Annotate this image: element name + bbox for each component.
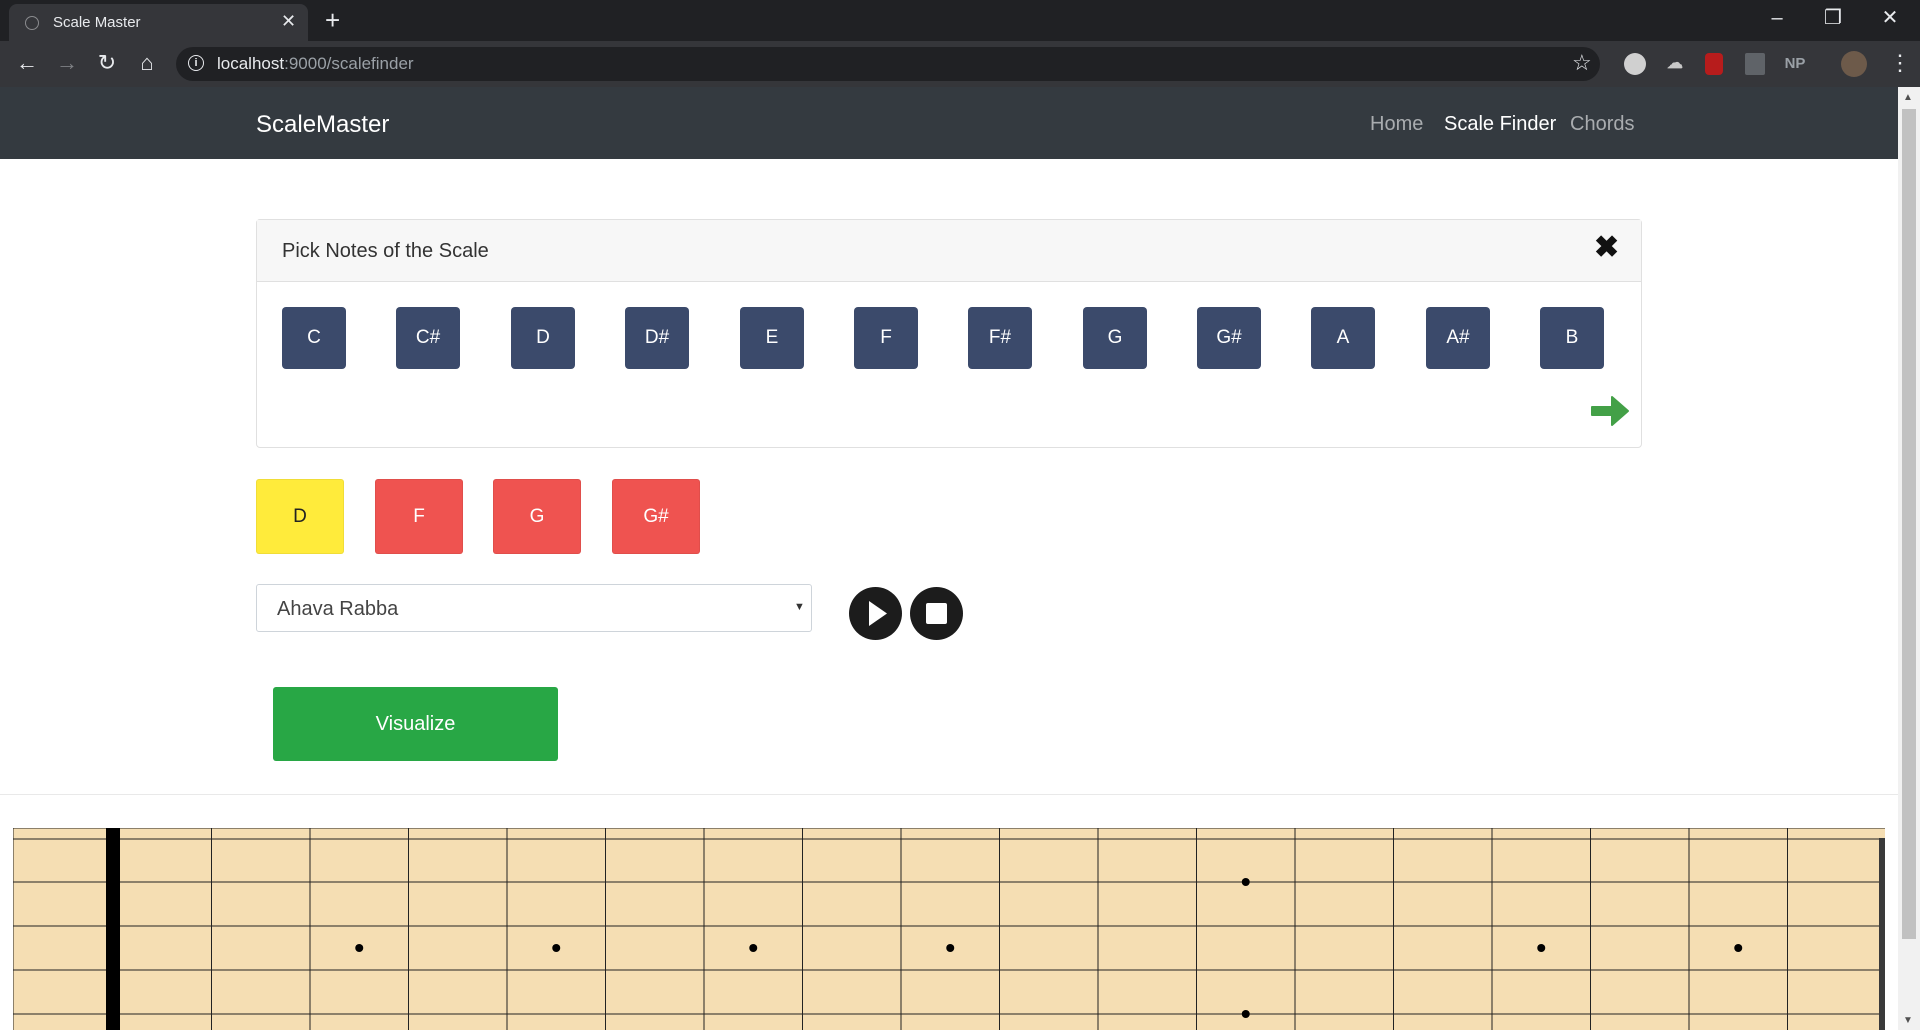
fret-marker (355, 944, 364, 952)
np-extension-icon[interactable]: NP (1784, 53, 1806, 75)
back-icon[interactable]: ← (13, 50, 41, 76)
nav-link-chords[interactable]: Chords (1570, 113, 1634, 136)
fret-marker (1734, 944, 1743, 952)
tab-close-icon[interactable]: ✕ (281, 11, 296, 31)
brand-logo[interactable]: ScaleMaster (256, 111, 389, 139)
guitar-nut (106, 828, 120, 1030)
fretboard-wood (13, 828, 1885, 1030)
address-bar[interactable]: i localhost:9000/scalefinder ☆ (176, 47, 1600, 81)
minimize-icon[interactable]: – (1755, 4, 1799, 32)
url-path: :9000/scalefinder (284, 54, 414, 73)
note-button-e[interactable]: E (740, 307, 804, 369)
restore-icon[interactable]: ❐ (1811, 4, 1855, 32)
note-button-c-sharp[interactable]: C# (396, 307, 460, 369)
fret-marker (552, 944, 561, 952)
note-button-f[interactable]: F (854, 307, 918, 369)
card-header: Pick Notes of the Scale ✖ (257, 220, 1641, 282)
scroll-down-icon[interactable]: ▼ (1903, 1015, 1913, 1026)
note-button-c[interactable]: C (282, 307, 346, 369)
menu-kebab-icon[interactable]: ⋮ (1886, 50, 1914, 76)
extension-cloud-icon[interactable]: ☁ (1664, 53, 1686, 75)
section-divider (0, 794, 1898, 795)
url-text[interactable]: localhost:9000/scalefinder (217, 54, 414, 74)
page-scrollbar[interactable]: ▲ ▼ (1898, 87, 1920, 1030)
note-button-f-sharp[interactable]: F# (968, 307, 1032, 369)
forward-icon[interactable]: → (53, 50, 81, 76)
fret-marker (946, 944, 955, 952)
browser-tab-bar: Scale Master ✕ + – ❐ ✕ (0, 0, 1920, 41)
window-close-icon[interactable]: ✕ (1868, 4, 1912, 32)
play-button[interactable] (849, 587, 902, 640)
close-icon[interactable]: ✖ (1594, 231, 1619, 265)
note-button-d[interactable]: D (511, 307, 575, 369)
url-host: localhost (217, 54, 285, 73)
info-icon[interactable]: i (188, 55, 204, 71)
note-button-g[interactable]: G (1083, 307, 1147, 369)
bookmark-star-icon[interactable]: ☆ (1572, 50, 1592, 76)
note-button-a[interactable]: A (1311, 307, 1375, 369)
extension-icon[interactable] (1624, 53, 1646, 75)
scroll-thumb[interactable] (1902, 109, 1916, 939)
card-title: Pick Notes of the Scale (282, 240, 489, 262)
selected-note-g-sharp[interactable]: G# (612, 479, 700, 554)
qr-code-icon[interactable] (1745, 53, 1765, 75)
selected-note-d[interactable]: D (256, 479, 344, 554)
visualize-button[interactable]: Visualize (273, 687, 558, 761)
app-navbar: ScaleMaster Home Scale Finder Chords (0, 87, 1898, 159)
note-button-g-sharp[interactable]: G# (1197, 307, 1261, 369)
fret-marker-double (1241, 878, 1250, 886)
play-icon (869, 601, 887, 626)
browser-toolbar: ← → ↻ ⌂ i localhost:9000/scalefinder ☆ ☁… (0, 41, 1920, 87)
scale-select[interactable]: Ahava Rabba ▼ (256, 584, 812, 632)
tab-favicon-icon (25, 16, 39, 30)
pick-notes-card: Pick Notes of the Scale ✖ C C# D D# E F … (256, 219, 1642, 448)
nav-link-home[interactable]: Home (1370, 113, 1423, 136)
reload-icon[interactable]: ↻ (93, 50, 121, 76)
selected-note-g[interactable]: G (493, 479, 581, 554)
note-button-a-sharp[interactable]: A# (1426, 307, 1490, 369)
caret-down-icon: ▼ (794, 601, 805, 613)
scroll-up-icon[interactable]: ▲ (1903, 92, 1913, 103)
stop-button[interactable] (910, 587, 963, 640)
tab-title: Scale Master (53, 14, 141, 31)
note-button-d-sharp[interactable]: D# (625, 307, 689, 369)
browser-tab[interactable]: Scale Master ✕ (9, 4, 308, 41)
stop-icon (926, 603, 947, 624)
nav-link-scale-finder[interactable]: Scale Finder (1444, 113, 1556, 136)
scale-select-value: Ahava Rabba (277, 598, 399, 620)
selected-note-f[interactable]: F (375, 479, 463, 554)
fret-marker-double (1241, 1010, 1250, 1018)
home-icon[interactable]: ⌂ (133, 50, 161, 76)
ublock-icon[interactable] (1705, 53, 1723, 75)
fretboard-shadow (1879, 838, 1885, 1030)
note-button-b[interactable]: B (1540, 307, 1604, 369)
profile-avatar[interactable] (1841, 51, 1867, 77)
guitar-fretboard[interactable] (13, 828, 1885, 1030)
arrow-right-icon[interactable] (1590, 393, 1630, 429)
fret-marker (749, 944, 758, 952)
new-tab-icon[interactable]: + (325, 6, 340, 34)
fret-marker (1537, 944, 1546, 952)
